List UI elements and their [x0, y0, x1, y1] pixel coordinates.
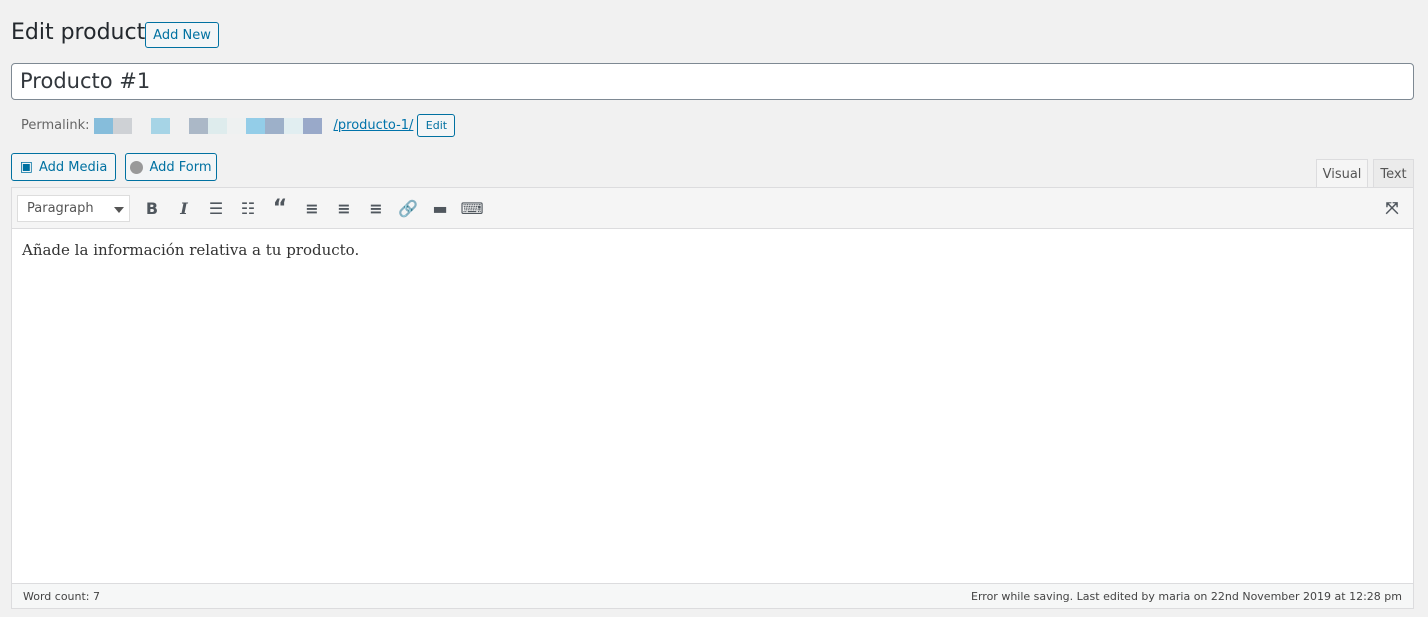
- blur-block: [264, 117, 284, 134]
- italic-icon[interactable]: I: [168, 194, 200, 222]
- editor-toolbar: Paragraph B I ☰ ☷ “ ≡ ≡ ≡ 🔗 ▬ ⌨ ⤧: [12, 188, 1413, 229]
- blur-block: [188, 117, 208, 134]
- add-media-button[interactable]: ▣ Add Media: [11, 153, 116, 181]
- read-more-icon[interactable]: ▬: [424, 194, 456, 222]
- page-title: Edit product: [11, 20, 146, 45]
- add-form-label: Add Form: [149, 159, 212, 175]
- add-media-label: Add Media: [38, 159, 108, 175]
- align-center-icon[interactable]: ≡: [328, 194, 360, 222]
- title-input[interactable]: Producto #1: [11, 63, 1414, 100]
- blockquote-icon[interactable]: “: [264, 194, 296, 222]
- blur-block: [169, 117, 189, 134]
- link-icon[interactable]: 🔗: [392, 194, 424, 222]
- media-icon: ▣: [19, 159, 33, 175]
- align-right-icon[interactable]: ≡: [360, 194, 392, 222]
- bold-icon[interactable]: B: [136, 194, 168, 222]
- form-icon: [130, 160, 144, 174]
- save-status: Error while saving. Last edited by maria…: [971, 589, 1402, 603]
- word-count: Word count: 7: [23, 589, 101, 603]
- bullet-list-icon[interactable]: ☰: [200, 194, 232, 222]
- blurred-url: [93, 117, 322, 134]
- fullscreen-icon[interactable]: ⤧: [1376, 194, 1408, 222]
- blur-block: [245, 117, 265, 134]
- toolbar-toggle-icon[interactable]: ⌨: [456, 194, 488, 222]
- blur-block: [226, 117, 246, 134]
- tab-text[interactable]: Text: [1373, 159, 1414, 188]
- permalink-edit-button[interactable]: Edit: [417, 114, 456, 137]
- align-left-icon[interactable]: ≡: [296, 194, 328, 222]
- tab-visual[interactable]: Visual: [1316, 159, 1368, 189]
- blur-block: [207, 117, 227, 134]
- permalink: Permalink: /producto-1/ Edit: [21, 114, 456, 137]
- blur-block: [131, 117, 151, 134]
- blur-block: [150, 117, 170, 134]
- permalink-link[interactable]: /producto-1/: [334, 118, 414, 133]
- blur-block: [112, 117, 132, 134]
- permalink-label: Permalink:: [21, 118, 90, 133]
- blur-block: [302, 117, 322, 134]
- numbered-list-icon[interactable]: ☷: [232, 194, 264, 222]
- format-select[interactable]: Paragraph: [17, 194, 130, 222]
- blur-block: [283, 117, 303, 134]
- editor: Paragraph B I ☰ ☷ “ ≡ ≡ ≡ 🔗 ▬ ⌨ ⤧ Añade …: [11, 187, 1414, 609]
- editor-content[interactable]: Añade la información relativa a tu produ…: [12, 229, 1413, 271]
- blur-block: [93, 117, 113, 134]
- add-form-button[interactable]: Add Form: [125, 153, 217, 181]
- status-bar: Word count: 7 Error while saving. Last e…: [12, 583, 1413, 608]
- add-new-button[interactable]: Add New: [145, 22, 219, 48]
